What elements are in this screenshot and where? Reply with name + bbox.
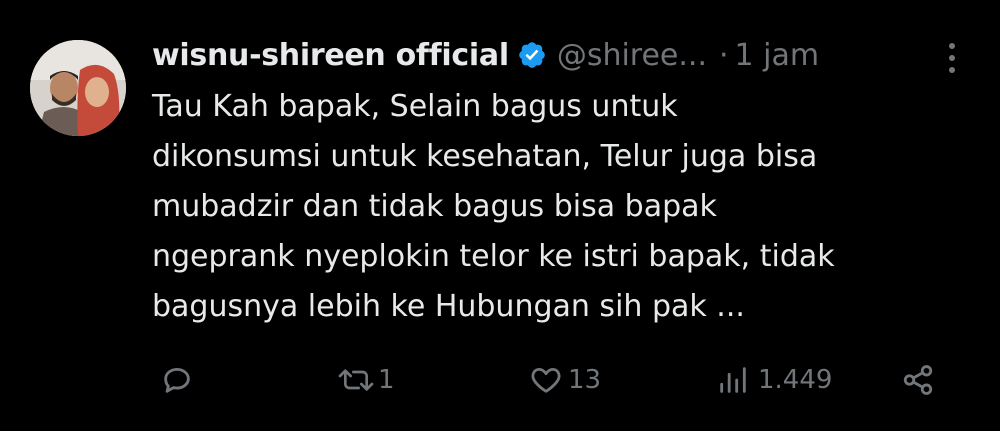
heart-icon xyxy=(528,363,564,397)
separator-dot: · xyxy=(719,37,729,73)
tweet-text: Tau Kah bapak, Selain bagus untuk dikons… xyxy=(152,89,835,324)
verified-badge-icon xyxy=(517,40,547,70)
share-icon xyxy=(900,363,936,397)
tweet-timestamp[interactable]: 1 jam xyxy=(735,38,820,73)
reply-icon xyxy=(160,363,194,397)
display-name[interactable]: wisnu-shireen official xyxy=(152,38,509,73)
repost-icon xyxy=(336,363,376,397)
avatar[interactable] xyxy=(30,40,126,136)
views-button[interactable]: 1.449 xyxy=(716,356,832,404)
share-button[interactable] xyxy=(900,356,936,404)
like-count: 13 xyxy=(568,365,602,395)
tweet-card[interactable]: wisnu-shireen official @shiree... · 1 ja… xyxy=(0,0,1000,431)
repost-button[interactable]: 1 xyxy=(336,356,395,404)
tweet-header: wisnu-shireen official @shiree... · 1 ja… xyxy=(152,28,819,82)
views-count: 1.449 xyxy=(758,365,833,395)
like-button[interactable]: 13 xyxy=(528,356,601,404)
tweet-action-bar: 1 13 1.449 xyxy=(0,356,1000,404)
repost-count: 1 xyxy=(378,365,395,395)
more-options-icon[interactable] xyxy=(942,38,962,78)
reply-button[interactable] xyxy=(160,356,200,404)
avatar-photo xyxy=(30,40,126,136)
views-chart-icon xyxy=(716,363,750,397)
user-handle[interactable]: @shiree... xyxy=(557,38,707,73)
